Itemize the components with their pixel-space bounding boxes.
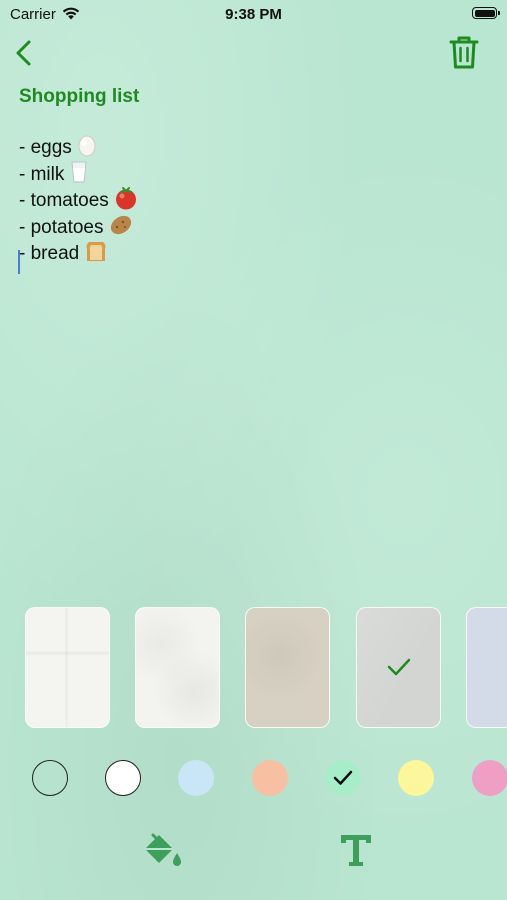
note-body[interactable]: - eggs - milk - tomatoes - potatoes - br…	[19, 133, 139, 266]
color-swatch-light-blue[interactable]	[178, 760, 214, 796]
delete-note-button[interactable]	[446, 34, 482, 72]
color-swatch-peach[interactable]	[252, 760, 288, 796]
list-item-text: - tomatoes	[19, 190, 109, 211]
paper-texture-picker	[0, 607, 507, 729]
color-swatch-white[interactable]	[105, 760, 141, 796]
list-item: - eggs	[19, 133, 139, 160]
text-format-button[interactable]	[338, 832, 374, 868]
paper-texture-option[interactable]	[466, 607, 507, 728]
list-item: - potatoes	[19, 213, 139, 240]
text-cursor	[18, 250, 20, 274]
list-item-text: - milk	[19, 163, 65, 185]
back-button[interactable]	[10, 36, 40, 70]
paper-texture-option-selected[interactable]	[356, 607, 441, 728]
color-swatch-mint-selected[interactable]	[325, 760, 361, 796]
list-item-text: - potatoes	[19, 216, 104, 238]
tomato-emoji-icon	[115, 187, 136, 210]
potato-emoji-icon	[110, 215, 131, 234]
checkmark-icon	[333, 770, 353, 785]
note-title[interactable]: Shopping list	[19, 86, 139, 108]
color-swatch-pink[interactable]	[472, 760, 507, 796]
paint-bucket-icon	[145, 833, 181, 866]
trash-icon	[449, 36, 479, 69]
paper-texture-option[interactable]	[245, 607, 330, 728]
color-picker	[0, 760, 507, 798]
background-fill-button[interactable]	[141, 831, 183, 871]
color-swatch-clear[interactable]	[32, 760, 68, 796]
list-item: - tomatoes	[19, 186, 139, 213]
bread-emoji-icon	[86, 242, 106, 261]
battery-icon	[472, 7, 500, 19]
chevron-left-icon	[16, 40, 31, 66]
paper-texture-option[interactable]	[25, 607, 110, 728]
status-bar: Carrier 9:38 PM	[0, 0, 507, 28]
checkmark-icon	[387, 658, 411, 676]
milk-glass-emoji-icon	[71, 161, 87, 182]
list-item-text: - eggs	[19, 137, 72, 158]
egg-emoji-icon	[78, 135, 96, 157]
text-format-icon	[341, 835, 371, 866]
list-item: - bread	[19, 239, 139, 266]
list-item-text: - bread	[19, 243, 80, 264]
list-item: - milk	[19, 160, 139, 187]
color-swatch-yellow[interactable]	[398, 760, 434, 796]
paper-texture-option[interactable]	[135, 607, 220, 728]
status-time: 9:38 PM	[225, 6, 282, 23]
